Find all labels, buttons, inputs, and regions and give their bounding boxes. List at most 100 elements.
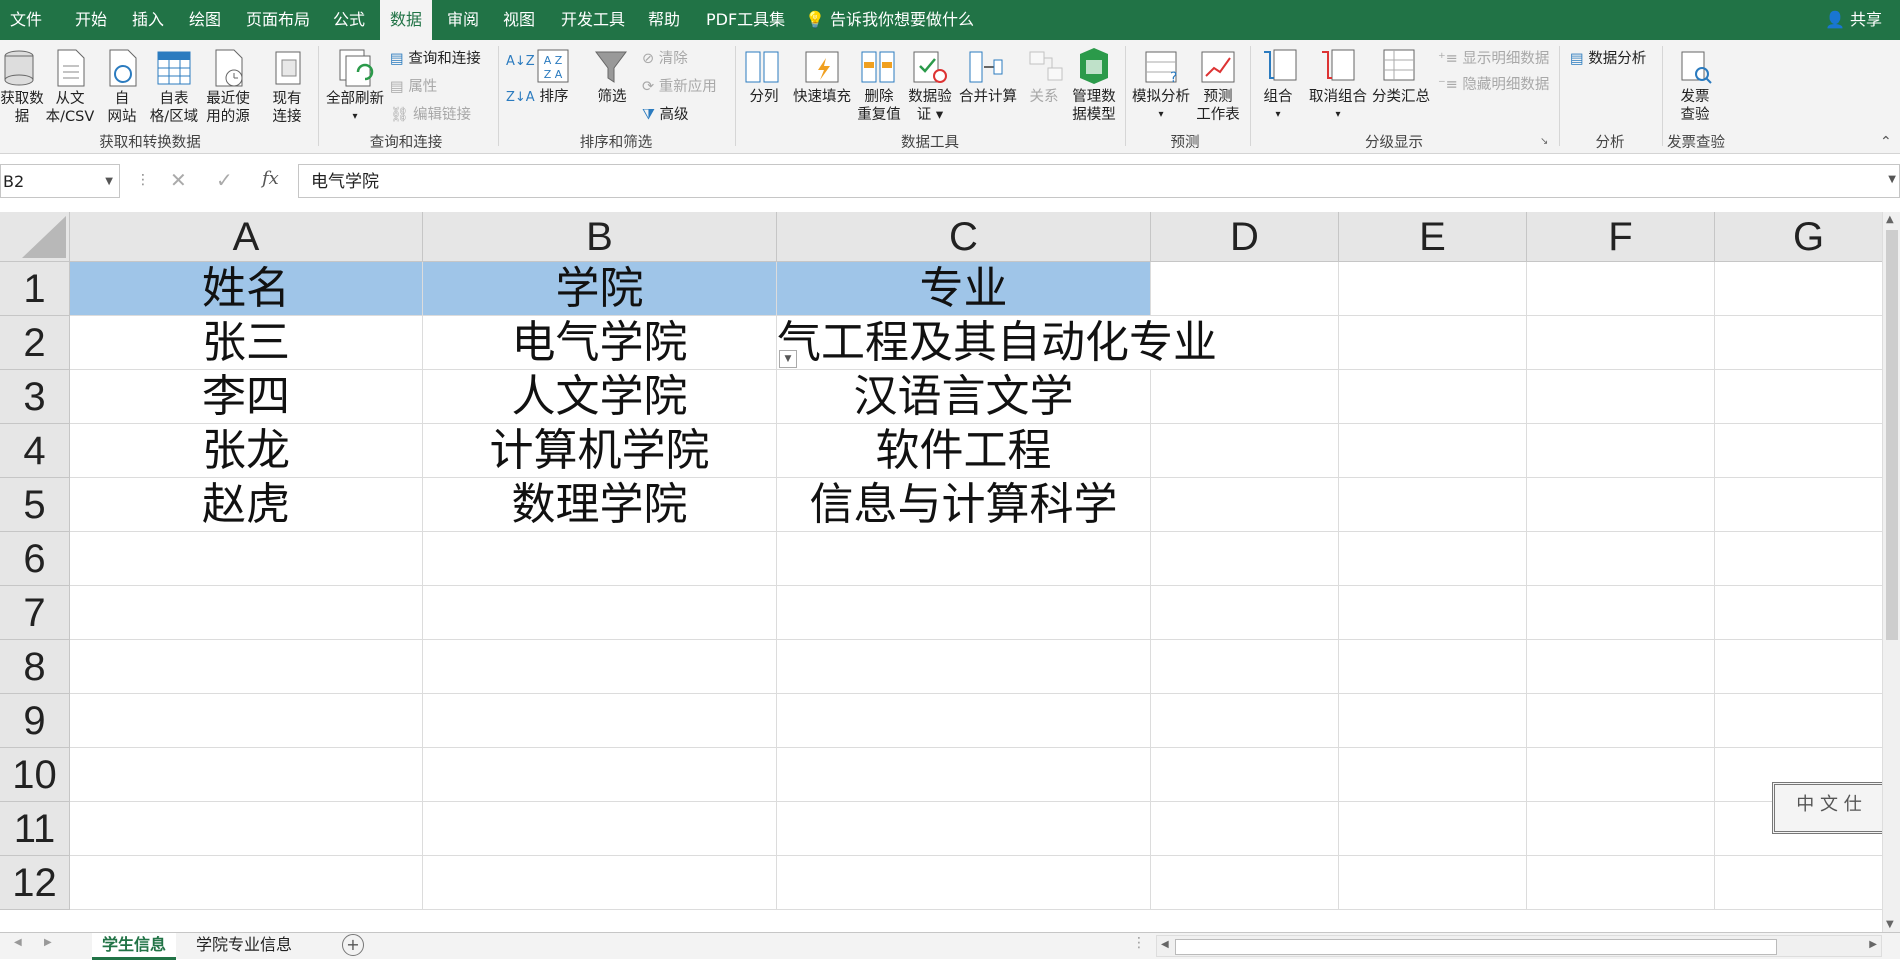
row-header-2[interactable]: 2 [0,316,70,370]
cell-c9[interactable] [777,694,1151,748]
cell-e11[interactable] [1339,802,1527,856]
cell-e12[interactable] [1339,856,1527,910]
row-header-4[interactable]: 4 [0,424,70,478]
cell-e8[interactable] [1339,640,1527,694]
row-header-1[interactable]: 1 [0,262,70,316]
row-header-11[interactable]: 11 [0,802,70,856]
cell-a8[interactable] [70,640,423,694]
cell-g4[interactable] [1715,424,1882,478]
consolidate-button[interactable]: 合并计算 [956,88,1020,106]
tab-developer[interactable]: 开发工具 [561,0,625,40]
collapse-ribbon-icon[interactable]: ⌃ [1880,134,1892,150]
row-header-12[interactable]: 12 [0,856,70,910]
cell-c4[interactable]: 软件工程 [777,424,1151,478]
cell-b3[interactable]: 人文学院 [423,370,777,424]
scroll-right-icon[interactable]: ▶ [1869,939,1877,950]
cell-d10[interactable] [1151,748,1339,802]
refresh-all-button[interactable]: 全部刷新 ▾ [320,90,390,126]
cell-c1[interactable]: 专业 [777,262,1151,316]
cell-f11[interactable] [1527,802,1715,856]
cell-f1[interactable] [1527,262,1715,316]
text-to-columns-button[interactable]: 分列 [742,88,786,106]
cell-g1[interactable] [1715,262,1882,316]
cell-g2[interactable] [1715,316,1882,370]
cell-a4[interactable]: 张龙 [70,424,423,478]
sheet-next-icon[interactable]: ▶ [44,937,52,948]
invoice-check-button[interactable]: 发票 查验 [1672,88,1718,124]
cell-g3[interactable] [1715,370,1882,424]
cell-e10[interactable] [1339,748,1527,802]
row-header-8[interactable]: 8 [0,640,70,694]
group-button[interactable]: 组合 ▾ [1256,88,1300,124]
cell-b8[interactable] [423,640,777,694]
cell-b9[interactable] [423,694,777,748]
column-header-b[interactable]: B [423,212,777,262]
vertical-scrollbar[interactable]: ▲ ▼ [1882,212,1900,932]
cell-g9[interactable] [1715,694,1882,748]
cell-c11[interactable] [777,802,1151,856]
reapply-button[interactable]: ⟳ 重新应用 [642,75,717,96]
share-button[interactable]: 👤 共享 [1825,0,1882,40]
cell-g12[interactable] [1715,856,1882,910]
sort-ascending-icon[interactable]: A↓Z [506,54,535,69]
column-header-e[interactable]: E [1339,212,1527,262]
cell-g8[interactable] [1715,640,1882,694]
cell-f3[interactable] [1527,370,1715,424]
tab-insert[interactable]: 插入 [132,0,164,40]
row-header-6[interactable]: 6 [0,532,70,586]
ungroup-button[interactable]: 取消组合 ▾ [1302,88,1374,124]
tab-draw[interactable]: 绘图 [189,0,221,40]
cell-a10[interactable] [70,748,423,802]
flash-fill-button[interactable]: 快速填充 [790,88,854,106]
scroll-left-icon[interactable]: ◀ [1161,939,1169,950]
cell-f12[interactable] [1527,856,1715,910]
sort-button[interactable]: 排序 [532,88,576,106]
subtotal-button[interactable]: 分类汇总 [1370,88,1432,106]
cell-f2[interactable] [1527,316,1715,370]
cell-a5[interactable]: 赵虎 [70,478,423,532]
existing-connections-button[interactable]: 现有 连接 [264,90,310,126]
sheet-tab-majors[interactable]: 学院专业信息 [186,933,302,957]
cell-d5[interactable] [1151,478,1339,532]
column-header-g[interactable]: G [1715,212,1882,262]
remove-duplicates-button[interactable]: 删除 重复值 [854,88,904,124]
cell-f6[interactable] [1527,532,1715,586]
manage-data-model-button[interactable]: 管理数 据模型 [1068,88,1120,124]
cell-b1[interactable]: 学院 [423,262,777,316]
cell-b5[interactable]: 数理学院 [423,478,777,532]
cell-f4[interactable] [1527,424,1715,478]
cell-a2[interactable]: 张三 [70,316,423,370]
expand-formula-icon[interactable]: ▼ [1888,174,1896,185]
column-header-f[interactable]: F [1527,212,1715,262]
from-text-csv-button[interactable]: 从文 本/CSV [44,90,96,126]
cell-c8[interactable] [777,640,1151,694]
cell-d8[interactable] [1151,640,1339,694]
dialog-launcher-icon[interactable]: ↘ [1540,136,1548,147]
filter-button[interactable]: 筛选 [590,88,634,106]
hide-detail-button[interactable]: ⁻≡ 隐藏明细数据 [1438,73,1549,94]
cell-b4[interactable]: 计算机学院 [423,424,777,478]
cell-g6[interactable] [1715,532,1882,586]
cell-e9[interactable] [1339,694,1527,748]
sort-descending-icon[interactable]: Z↓A [506,90,535,105]
cell-a9[interactable] [70,694,423,748]
horizontal-scroll-thumb[interactable] [1175,939,1777,955]
row-header-9[interactable]: 9 [0,694,70,748]
cell-a7[interactable] [70,586,423,640]
cell-d6[interactable] [1151,532,1339,586]
vertical-scroll-thumb[interactable] [1886,230,1898,640]
cell-b7[interactable] [423,586,777,640]
sheet-tab-students[interactable]: 学生信息 [92,933,177,960]
cell-e7[interactable] [1339,586,1527,640]
cell-e4[interactable] [1339,424,1527,478]
row-header-3[interactable]: 3 [0,370,70,424]
cell-a12[interactable] [70,856,423,910]
cancel-icon[interactable]: ✕ [170,168,187,192]
cell-e5[interactable] [1339,478,1527,532]
cell-a1[interactable]: 姓名 [70,262,423,316]
tell-me-box[interactable]: 💡 告诉我你想要做什么 [805,0,974,40]
insert-function-icon[interactable]: fx [262,168,279,189]
row-header-7[interactable]: 7 [0,586,70,640]
add-sheet-icon[interactable]: + [342,934,364,956]
tab-home[interactable]: 开始 [75,0,107,40]
